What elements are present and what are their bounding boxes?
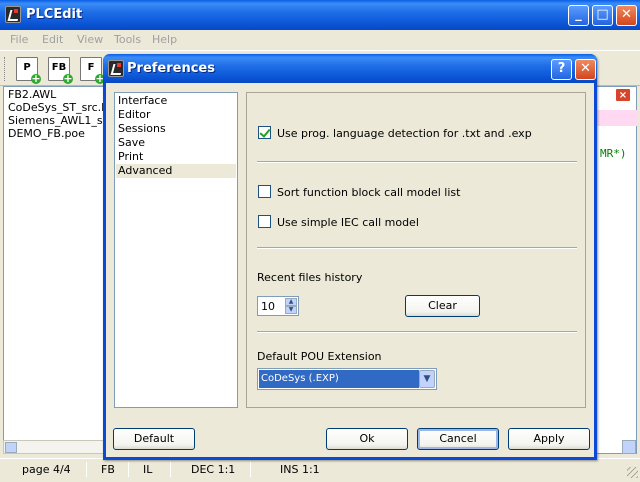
recent-files-stepper[interactable]: 10 ▲ ▼ [257, 296, 299, 316]
status-language: IL [143, 463, 153, 476]
file-item[interactable]: Siemens_AWL1_src.AWL [8, 114, 106, 127]
toolbar-grip[interactable] [4, 57, 7, 81]
dialog-title: Preferences [127, 61, 215, 76]
file-list[interactable]: FB2.AWL CoDeSys_ST_src.EXP Siemens_AWL1_… [3, 86, 106, 454]
main-titlebar[interactable]: PLCEdit _ □ ✕ [0, 0, 640, 30]
lang-detect-label: Use prog. language detection for .txt an… [277, 127, 532, 140]
menu-tools[interactable]: Tools [114, 33, 141, 46]
spin-down-icon[interactable]: ▼ [285, 306, 297, 314]
simple-iec-checkbox[interactable] [258, 215, 271, 228]
simple-iec-label: Use simple IEC call model [277, 216, 419, 229]
nav-item-interface[interactable]: Interface [116, 94, 236, 108]
menu-help[interactable]: Help [152, 33, 177, 46]
chevron-down-icon[interactable]: ▼ [419, 370, 435, 388]
dialog-titlebar[interactable]: Preferences ? ✕ [103, 54, 597, 83]
help-button[interactable]: ? [551, 59, 572, 80]
nav-item-sessions[interactable]: Sessions [116, 122, 236, 136]
ok-button[interactable]: Ok [326, 428, 408, 450]
separator [257, 161, 577, 163]
maximize-button[interactable]: □ [592, 5, 613, 26]
status-bar: page 4/4 FB IL DEC 1:1 INS 1:1 [0, 458, 640, 480]
advanced-settings-panel: Use prog. language detection for .txt an… [246, 92, 586, 408]
nav-item-print[interactable]: Print [116, 150, 236, 164]
menu-edit[interactable]: Edit [42, 33, 63, 46]
recent-files-value: 10 [261, 300, 275, 313]
nav-item-save[interactable]: Save [116, 136, 236, 150]
code-text: MR*) [600, 147, 627, 160]
status-type: FB [101, 463, 115, 476]
status-separator [128, 462, 129, 477]
lang-detect-checkbox[interactable] [258, 126, 271, 139]
clear-button[interactable]: Clear [405, 295, 480, 317]
pou-extension-value: CoDeSys (.EXP) [259, 370, 419, 388]
file-item[interactable]: CoDeSys_ST_src.EXP [8, 101, 106, 114]
dialog-app-icon [108, 60, 124, 77]
sort-fb-label: Sort function block call model list [277, 186, 461, 199]
status-separator [250, 462, 251, 477]
scroll-right-icon[interactable] [622, 440, 636, 454]
cancel-button[interactable]: Cancel [417, 428, 499, 450]
spin-up-icon[interactable]: ▲ [285, 298, 297, 306]
file-item[interactable]: FB2.AWL [8, 88, 106, 101]
file-item[interactable]: DEMO_FB.poe [8, 127, 106, 140]
separator [257, 247, 577, 249]
status-separator [86, 462, 87, 477]
recent-files-label: Recent files history [257, 271, 363, 284]
new-program-icon[interactable]: P [16, 57, 41, 84]
preferences-dialog: Preferences ? ✕ Interface Editor Session… [103, 54, 597, 460]
highlighted-line [597, 110, 638, 126]
nav-item-advanced[interactable]: Advanced [116, 164, 236, 178]
dialog-close-button[interactable]: ✕ [575, 59, 596, 80]
app-title: PLCEdit [26, 7, 83, 22]
nav-item-editor[interactable]: Editor [116, 108, 236, 122]
new-function-block-icon[interactable]: FB [48, 57, 73, 84]
minimize-button[interactable]: _ [568, 5, 589, 26]
new-function-icon[interactable]: F [80, 57, 105, 84]
plcedit-app-icon [5, 6, 21, 23]
pou-extension-select[interactable]: CoDeSys (.EXP) ▼ [257, 368, 437, 390]
status-dec: DEC 1:1 [191, 463, 236, 476]
sort-fb-checkbox[interactable] [258, 185, 271, 198]
pou-extension-label: Default POU Extension [257, 350, 382, 363]
menu-view[interactable]: View [77, 33, 103, 46]
separator [257, 331, 577, 333]
status-page: page 4/4 [22, 463, 71, 476]
menu-bar: File Edit View Tools Help [0, 30, 640, 50]
apply-button[interactable]: Apply [508, 428, 590, 450]
close-editor-icon[interactable]: × [615, 88, 631, 102]
resize-grip[interactable] [627, 467, 638, 478]
status-separator [170, 462, 171, 477]
menu-file[interactable]: File [10, 33, 28, 46]
status-ins: INS 1:1 [280, 463, 320, 476]
scroll-left-icon[interactable] [5, 442, 17, 453]
close-button[interactable]: ✕ [616, 5, 637, 26]
preferences-nav: Interface Editor Sessions Save Print Adv… [114, 92, 238, 408]
file-list-hscrollbar[interactable] [3, 440, 105, 454]
default-button[interactable]: Default [113, 428, 195, 450]
code-editor[interactable]: MR*) [596, 86, 638, 454]
